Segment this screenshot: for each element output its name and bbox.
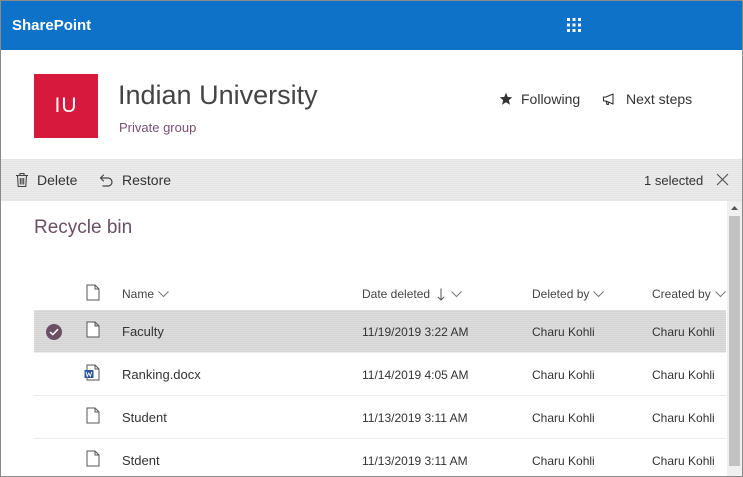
column-header-name[interactable]: Name bbox=[122, 287, 169, 301]
delete-label: Delete bbox=[37, 172, 78, 188]
delete-button[interactable]: Delete bbox=[15, 172, 77, 188]
chevron-down-icon bbox=[714, 290, 726, 298]
next-steps-button[interactable]: Next steps bbox=[602, 91, 692, 107]
row-deleted-by: Charu Kohli bbox=[532, 454, 595, 468]
command-bar: Delete Restore 1 selected bbox=[1, 159, 742, 201]
row-created-by: Charu Kohli bbox=[652, 454, 715, 468]
scroll-up-arrow-icon[interactable] bbox=[727, 201, 742, 215]
row-created-by: Charu Kohli bbox=[652, 368, 715, 382]
table-row[interactable]: Student 11/13/2019 3:11 AM Charu Kohli C… bbox=[34, 396, 726, 439]
restore-button[interactable]: Restore bbox=[98, 172, 171, 188]
column-name-label: Name bbox=[122, 287, 155, 301]
row-date-deleted: 11/14/2019 4:05 AM bbox=[362, 368, 469, 382]
page-title: Recycle bin bbox=[34, 217, 133, 238]
column-date-deleted-label: Date deleted bbox=[362, 287, 431, 301]
row-date-deleted: 11/13/2019 3:11 AM bbox=[362, 411, 468, 425]
trash-icon bbox=[15, 172, 29, 188]
row-created-by: Charu Kohli bbox=[652, 325, 715, 339]
row-name[interactable]: Stdent bbox=[122, 453, 160, 468]
row-checkmark-icon[interactable] bbox=[46, 324, 62, 340]
file-icon bbox=[86, 407, 100, 427]
column-created-by-label: Created by bbox=[652, 287, 711, 301]
scrollbar-thumb[interactable] bbox=[729, 216, 740, 466]
app-launcher-icon[interactable] bbox=[566, 17, 582, 33]
column-deleted-by-label: Deleted by bbox=[532, 287, 590, 301]
row-created-by: Charu Kohli bbox=[652, 411, 715, 425]
file-icon bbox=[86, 450, 100, 470]
row-deleted-by: Charu Kohli bbox=[532, 368, 595, 382]
clear-selection-icon[interactable] bbox=[716, 173, 729, 191]
following-button[interactable]: Following bbox=[499, 91, 580, 107]
file-type-header-icon[interactable] bbox=[86, 284, 100, 304]
next-steps-label: Next steps bbox=[626, 91, 693, 107]
chevron-down-icon bbox=[593, 290, 605, 298]
restore-label: Restore bbox=[122, 172, 172, 188]
column-header-date-deleted[interactable]: Date deleted bbox=[362, 287, 462, 301]
star-icon bbox=[499, 92, 513, 106]
undo-icon bbox=[98, 173, 114, 187]
column-header-created-by[interactable]: Created by bbox=[652, 287, 726, 301]
row-deleted-by: Charu Kohli bbox=[532, 411, 595, 425]
row-name[interactable]: Student bbox=[122, 410, 167, 425]
following-label: Following bbox=[521, 91, 581, 107]
row-date-deleted: 11/19/2019 3:22 AM bbox=[362, 325, 469, 339]
chevron-down-icon bbox=[158, 290, 169, 298]
row-name[interactable]: Faculty bbox=[122, 324, 164, 339]
table-header: Name Date deleted Deleted by Created by bbox=[34, 279, 726, 309]
site-subtitle: Private group bbox=[119, 120, 197, 135]
app-window: SharePoint IU Indian University Private … bbox=[0, 0, 743, 477]
vertical-scrollbar[interactable] bbox=[727, 201, 742, 476]
suite-bar: SharePoint bbox=[1, 1, 742, 50]
table-row[interactable]: Ranking.docx 11/14/2019 4:05 AM Charu Ko… bbox=[34, 353, 726, 396]
column-header-deleted-by[interactable]: Deleted by bbox=[532, 287, 605, 301]
site-header: IU Indian University Private group Follo… bbox=[1, 50, 742, 159]
chevron-down-icon bbox=[451, 290, 462, 298]
row-date-deleted: 11/13/2019 3:11 AM bbox=[362, 454, 468, 468]
megaphone-icon bbox=[602, 92, 618, 106]
table-row[interactable]: Faculty 11/19/2019 3:22 AM Charu Kohli C… bbox=[34, 310, 726, 353]
file-icon bbox=[86, 321, 100, 341]
word-doc-icon bbox=[84, 364, 101, 384]
row-deleted-by: Charu Kohli bbox=[532, 325, 595, 339]
selection-count: 1 selected bbox=[644, 173, 704, 188]
site-title[interactable]: Indian University bbox=[118, 80, 318, 111]
site-logo[interactable]: IU bbox=[34, 74, 98, 138]
sort-descending-icon bbox=[437, 288, 445, 301]
row-name[interactable]: Ranking.docx bbox=[122, 367, 201, 382]
table-row[interactable]: Stdent 11/13/2019 3:11 AM Charu Kohli Ch… bbox=[34, 439, 726, 476]
brand-link[interactable]: SharePoint bbox=[12, 17, 91, 34]
